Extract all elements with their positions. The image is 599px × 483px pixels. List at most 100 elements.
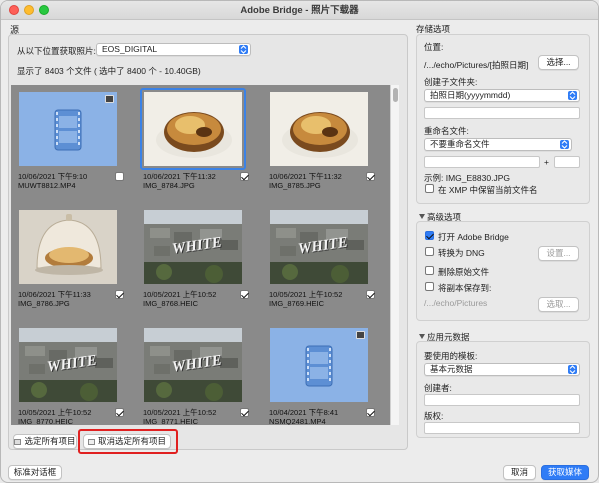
source-device-select[interactable]: EOS_DIGITAL: [96, 43, 251, 56]
thumbnail-caption: 10/05/2021 上午10:52 IMG_8770.HEIC: [18, 408, 118, 425]
select-all-icon: [14, 439, 22, 445]
thumbnail-filename: MUWT8812.MP4: [18, 181, 76, 190]
dng-settings-button[interactable]: 设置...: [538, 246, 579, 261]
subfolder-select[interactable]: 拍照日期(yyyymmdd): [424, 89, 580, 102]
thumbnail-caption: 10/06/2021 下午11:32 IMG_8784.JPG: [143, 172, 243, 190]
thumbnail-date: 10/05/2021 上午10:52: [143, 290, 217, 299]
thumbnail-checkbox[interactable]: [240, 290, 249, 299]
dome-cake-photo: [19, 210, 117, 284]
thumbnail-date: 10/06/2021 下午11:32: [143, 172, 216, 181]
close-window-button[interactable]: [9, 5, 19, 15]
subfolder-label: 创建子文件夹:: [424, 77, 478, 87]
thumbnail-image[interactable]: [144, 92, 242, 166]
thumbnail-item[interactable]: 10/04/2021 下午8:41 NSMQ2481.MP4: [266, 324, 384, 425]
convert-dng-checkbox[interactable]: [425, 247, 434, 256]
template-select[interactable]: 基本元数据: [424, 363, 580, 376]
thumbnail-image[interactable]: WHITE: [144, 210, 242, 284]
video-badge-icon: [356, 331, 365, 339]
thumbnail-checkbox[interactable]: [240, 408, 249, 417]
rename-select[interactable]: 不要重命名文件: [424, 138, 572, 151]
file-summary: 显示了 8403 个文件 ( 选中了 8400 个 - 10.40GB): [17, 66, 201, 76]
rename-custom-field[interactable]: [424, 156, 540, 168]
select-all-label: 选定所有项目: [24, 436, 76, 446]
scrollbar-thumb[interactable]: [393, 88, 398, 102]
thumbnail-caption: 10/05/2021 上午10:52 IMG_8768.HEIC: [143, 290, 243, 308]
thumbnail-image[interactable]: [270, 328, 368, 402]
thumbnail-item[interactable]: WHITE 10/05/2021 上午10:52 IMG_8768.HEIC: [140, 206, 258, 326]
delete-original-checkbox[interactable]: [425, 266, 434, 275]
get-from-label: 从以下位置获取照片:: [17, 46, 96, 56]
thumbnail-checkbox[interactable]: [366, 408, 375, 417]
rename-example: 示例: IMG_E8830.JPG: [424, 173, 510, 183]
thumbnail-item[interactable]: 10/06/2021 下午11:32 IMG_8785.JPG: [266, 88, 384, 208]
save-copy-checkbox[interactable]: [425, 282, 434, 291]
zoom-window-button[interactable]: [39, 5, 49, 15]
thumbnail-item[interactable]: WHITE 10/05/2021 上午10:52 IMG_8770.HEIC: [15, 324, 133, 425]
keep-xmp-label: 在 XMP 中保留当前文件名: [438, 185, 538, 195]
thumbnail-image[interactable]: [19, 210, 117, 284]
updown-chevron-icon: [239, 45, 248, 54]
video-film-icon: [54, 109, 82, 151]
video-film-icon: [305, 345, 333, 387]
location-label: 位置:: [424, 42, 444, 52]
cancel-button[interactable]: 取消: [503, 465, 536, 480]
thumbnail-caption: 10/06/2021 下午9:10 MUWT8812.MP4: [18, 172, 118, 190]
open-bridge-label: 打开 Adobe Bridge: [438, 232, 509, 242]
thumbnail-checkbox[interactable]: [366, 290, 375, 299]
thumbnail-checkbox[interactable]: [115, 290, 124, 299]
open-bridge-checkbox[interactable]: [425, 231, 434, 240]
window-title: Adobe Bridge - 照片下载器: [240, 5, 359, 16]
video-badge-icon: [105, 95, 114, 103]
rename-number-field[interactable]: [554, 156, 580, 168]
thumbnail-checkbox[interactable]: [366, 172, 375, 181]
minimize-window-button[interactable]: [24, 5, 34, 15]
thumbnail-image[interactable]: WHITE: [270, 210, 368, 284]
metadata-disclosure-icon[interactable]: [419, 334, 425, 339]
updown-chevron-icon: [568, 91, 577, 100]
highlight-annotation: [78, 429, 178, 454]
updown-chevron-icon: [560, 140, 569, 149]
thumbnail-image[interactable]: WHITE: [19, 328, 117, 402]
thumbnail-grid[interactable]: 10/06/2021 下午9:10 MUWT8812.MP4 10/06/2021 …: [11, 85, 390, 425]
copyright-field[interactable]: [424, 422, 580, 434]
thumbnail-item[interactable]: WHITE 10/05/2021 上午10:52 IMG_8771.HEIC: [140, 324, 258, 425]
thumbnail-image[interactable]: [19, 92, 117, 166]
advanced-disclosure-icon[interactable]: [419, 214, 425, 219]
template-label: 要使用的模板:: [424, 351, 478, 361]
creator-field[interactable]: [424, 394, 580, 406]
thumbnail-caption: 10/04/2021 下午8:41 NSMQ2481.MP4: [269, 408, 369, 425]
get-media-button[interactable]: 获取媒体: [541, 465, 589, 480]
thumbnail-item[interactable]: 10/06/2021 下午9:10 MUWT8812.MP4: [15, 88, 133, 208]
thumbnail-checkbox[interactable]: [240, 172, 249, 181]
thumbnail-image[interactable]: [270, 92, 368, 166]
rename-label: 重命名文件:: [424, 126, 469, 136]
thumbnail-date: 10/06/2021 下午11:33: [18, 290, 91, 299]
standard-dialog-button[interactable]: 标准对话框: [8, 465, 62, 480]
grid-scrollbar[interactable]: [390, 85, 399, 425]
plus-label: +: [544, 157, 549, 167]
thumbnail-caption: 10/05/2021 上午10:52 IMG_8771.HEIC: [143, 408, 243, 425]
thumbnail-item[interactable]: 10/06/2021 下午11:33 IMG_8786.JPG: [15, 206, 133, 326]
thumbnail-checkbox[interactable]: [115, 408, 124, 417]
thumbnail-item[interactable]: WHITE 10/05/2021 上午10:52 IMG_8769.HEIC: [266, 206, 384, 326]
convert-dng-label: 转换为 DNG: [438, 248, 485, 258]
keep-xmp-checkbox[interactable]: [425, 184, 434, 193]
cake-photo: [270, 92, 368, 166]
select-all-button[interactable]: 选定所有项目: [13, 434, 77, 449]
rename-value: 不要重命名文件: [430, 139, 490, 149]
thumbnail-filename: IMG_8768.HEIC: [143, 299, 199, 308]
choose-location-button[interactable]: 选择...: [538, 55, 579, 70]
thumbnail-item[interactable]: 10/06/2021 下午11:32 IMG_8784.JPG: [140, 88, 258, 208]
thumbnail-caption: 10/06/2021 下午11:33 IMG_8786.JPG: [18, 290, 118, 308]
delete-original-label: 删除原始文件: [438, 267, 490, 277]
location-path: /.../echo/Pictures/[拍照日期]: [424, 60, 529, 70]
template-value: 基本元数据: [430, 364, 473, 374]
thumbnail-date: 10/06/2021 下午11:32: [269, 172, 342, 181]
choose-copy-location-button[interactable]: 选取...: [538, 297, 579, 312]
thumbnail-image[interactable]: WHITE: [144, 328, 242, 402]
thumbnail-caption: 10/05/2021 上午10:52 IMG_8769.HEIC: [269, 290, 369, 308]
thumbnail-date: 10/04/2021 下午8:41: [269, 408, 339, 417]
subfolder-custom-field[interactable]: [424, 107, 580, 119]
thumbnail-date: 10/05/2021 上午10:52: [269, 290, 343, 299]
thumbnail-checkbox[interactable]: [115, 172, 124, 181]
